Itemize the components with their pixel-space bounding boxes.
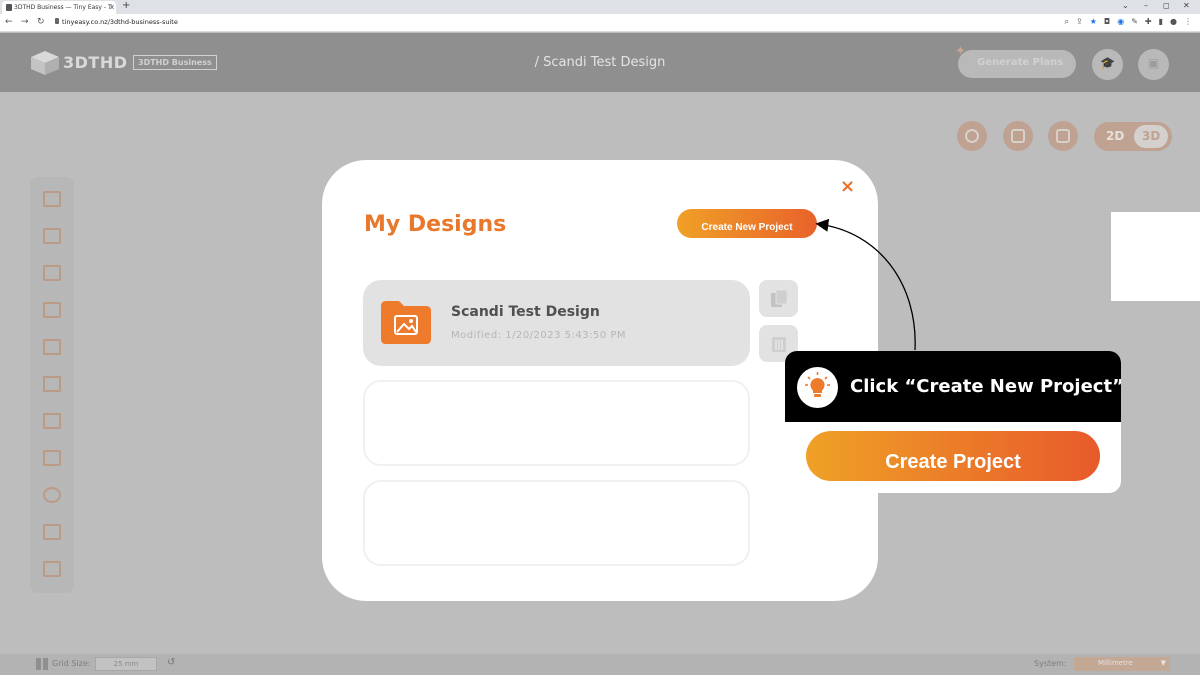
lightbulb-icon xyxy=(797,367,838,408)
tooltip-text: Click “Create New Project” xyxy=(850,376,1121,397)
tooltip-header: Click “Create New Project” xyxy=(785,351,1121,422)
annotation-arrow xyxy=(815,218,916,351)
create-project-button[interactable]: Create Project xyxy=(806,431,1100,481)
tutorial-tooltip: Click “Create New Project” Create Projec… xyxy=(785,351,1121,493)
